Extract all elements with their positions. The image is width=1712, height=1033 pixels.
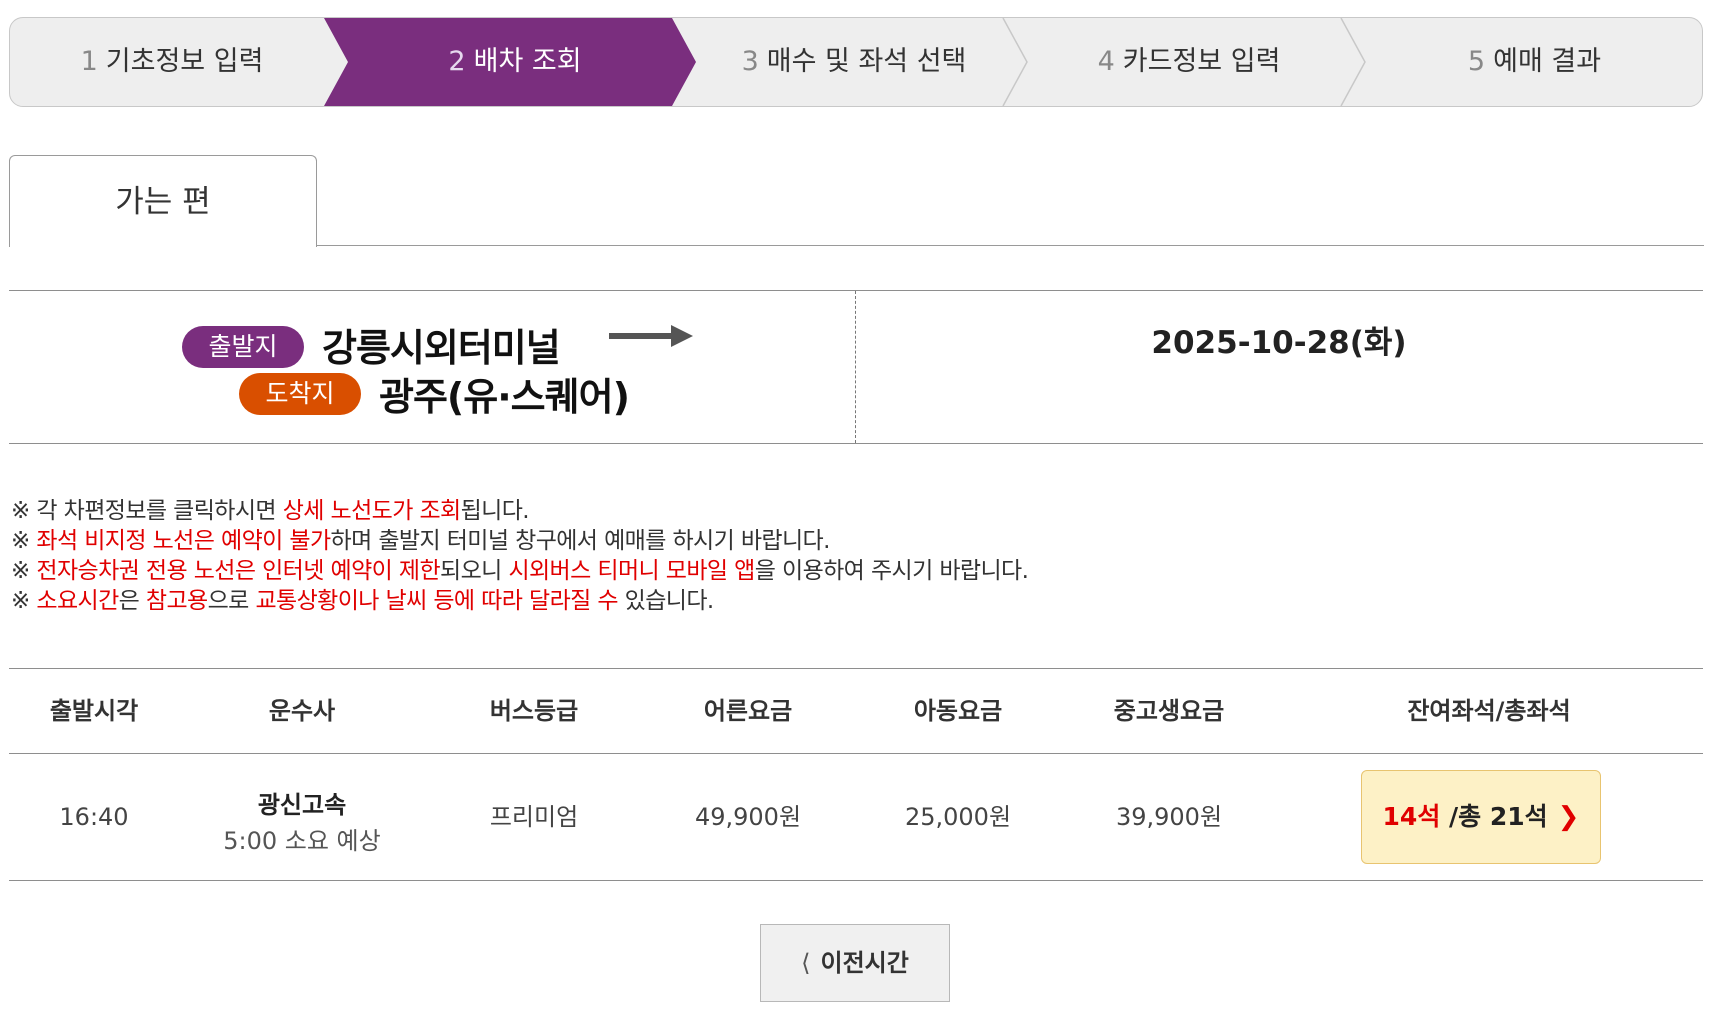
- step-3-number: 3: [741, 46, 759, 77]
- student-fare: 39,900원: [1115, 803, 1223, 831]
- notice-item: ※ 각 차편정보를 클릭하시면 상세 노선도가 조회됩니다.: [11, 496, 1028, 526]
- notice-mark: ※: [11, 558, 37, 584]
- departure-badge: 출발지: [182, 326, 304, 368]
- route-summary: 출발지 강릉시외터미널 도착지 광주(유·스퀘어) 2025-10-28(화): [9, 290, 1703, 444]
- notice-item: ※ 전자승차권 전용 노선은 인터넷 예약이 제한되오니 시외버스 티머니 모바…: [11, 556, 1029, 586]
- seats-remaining: 14석: [1382, 802, 1441, 831]
- notice-highlight: 전자승차권 전용 노선은 인터넷 예약이 제한: [36, 558, 441, 584]
- notice-text: 각 차편정보를 클릭하시면: [36, 498, 283, 524]
- route-divider: [855, 291, 856, 443]
- reservation-stepper: 1 기초정보 입력 2 배차 조회 3 매수 및 좌석 선택 4 카드정보 입력 5 예매…: [9, 17, 1703, 107]
- header-grade: 버스등급: [489, 697, 579, 725]
- previous-time-label: 이전시간: [820, 949, 909, 977]
- header-seats: 잔여좌석/총좌석: [1407, 697, 1571, 725]
- notice-mark: ※: [11, 528, 37, 554]
- tab-outbound-label: 가는 편: [115, 184, 211, 220]
- notice-highlight: 시외버스 티머니 모바일 앱: [508, 558, 755, 584]
- chevron-right-icon: ❯: [1557, 802, 1580, 832]
- step-3: 3 매수 및 좌석 선택: [696, 18, 1012, 106]
- notice-text: 되오니: [440, 558, 509, 584]
- depart-time: 16:40: [59, 803, 129, 831]
- notice-text: 있습니다.: [617, 588, 715, 614]
- header-company: 운수사: [268, 697, 336, 725]
- step-4-number: 4: [1097, 46, 1115, 77]
- step-2-number: 2: [448, 46, 466, 77]
- step-1-label: 기초정보 입력: [105, 46, 264, 77]
- notice-highlight: 참고용: [145, 588, 208, 614]
- step-4: 4 카드정보 입력: [1027, 18, 1351, 106]
- company-cell: 광신고속 5:00 소요 예상: [179, 754, 425, 880]
- notice-highlight: 좌석 비지정 노선은 예약이 불가: [36, 528, 331, 554]
- notice-text: 을 이용하여 주시기 바랍니다.: [754, 558, 1029, 584]
- step-2-label: 배차 조회: [473, 46, 582, 77]
- step-5-label: 예매 결과: [1493, 46, 1602, 77]
- notice-text: 하며 출발지 터미널 창구에서 예매를 하시기 바랍니다.: [330, 528, 831, 554]
- notice-item: ※ 소요시간은 참고용으로 교통상황이나 날씨 등에 따라 달라질 수 있습니다…: [11, 586, 1028, 616]
- right-arrow-icon: [609, 325, 693, 347]
- header-adult-fare: 어른요금: [703, 697, 793, 725]
- bus-grade: 프리미엄: [489, 803, 579, 831]
- seats-total: /총 21석: [1440, 802, 1548, 831]
- child-fare: 25,000원: [904, 803, 1012, 831]
- company-name: 광신고속: [257, 791, 347, 819]
- table-header: 출발시각 운수사 버스등급 어른요금 아동요금 중고생요금 잔여좌석/총좌석: [9, 668, 1703, 754]
- previous-time-button[interactable]: ⟨ 이전시간: [760, 924, 950, 1002]
- step-1-number: 1: [80, 46, 98, 77]
- step-5-number: 5: [1467, 46, 1486, 77]
- arrival-badge: 도착지: [239, 373, 361, 415]
- notice-mark: ※: [11, 588, 37, 614]
- arrival-terminal: 광주(유·스퀘어): [379, 375, 630, 419]
- step-1: 1 기초정보 입력: [10, 18, 334, 106]
- departure-terminal: 강릉시외터미널: [322, 326, 561, 370]
- notice-item: ※ 좌석 비지정 노선은 예약이 불가하며 출발지 터미널 창구에서 예매를 하…: [11, 526, 1028, 556]
- step-4-label: 카드정보 입력: [1122, 46, 1281, 77]
- header-depart-time: 출발시각: [49, 697, 139, 725]
- notice-mark: ※: [11, 498, 37, 524]
- notice-highlight: 상세 노선도가 조회: [282, 498, 462, 524]
- step-3-label: 매수 및 좌석 선택: [766, 46, 967, 77]
- notice-text: 은: [118, 588, 146, 614]
- header-child-fare: 아동요금: [913, 697, 1003, 725]
- adult-fare: 49,900원: [694, 803, 802, 831]
- notice-text: 됩니다.: [460, 498, 530, 524]
- tab-underline: [316, 245, 1704, 246]
- notice-list: ※ 각 차편정보를 클릭하시면 상세 노선도가 조회됩니다. ※ 좌석 비지정 …: [11, 496, 1029, 616]
- departure-date: 2025-10-28(화): [1151, 325, 1407, 361]
- chevron-left-icon: ⟨: [801, 949, 811, 977]
- duration: 5:00 소요 예상: [223, 827, 381, 855]
- notice-highlight: 소요시간: [36, 588, 119, 614]
- notice-highlight: 교통상황이나 날씨 등에 따라 달라질 수: [255, 588, 618, 614]
- step-5: 5 예매 결과: [1365, 18, 1702, 106]
- notice-text: 으로: [207, 588, 256, 614]
- header-student-fare: 중고생요금: [1113, 697, 1225, 725]
- step-2: 2 배차 조회: [348, 18, 682, 106]
- seat-select-button[interactable]: 14석 /총 21석 ❯: [1361, 770, 1601, 864]
- tab-outbound[interactable]: 가는 편: [9, 155, 317, 247]
